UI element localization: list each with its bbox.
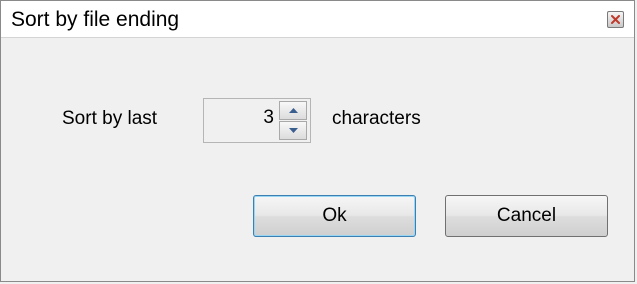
close-icon <box>611 15 620 24</box>
spin-up-button[interactable] <box>279 101 307 120</box>
dialog-title: Sort by file ending <box>11 8 180 31</box>
characters-label: characters <box>332 108 421 129</box>
spin-down-button[interactable] <box>279 121 307 140</box>
characters-count-spinner[interactable]: 3 <box>203 98 311 143</box>
title-bar[interactable]: Sort by file ending <box>1 1 634 38</box>
arrow-up-icon <box>289 108 298 113</box>
characters-count-value[interactable]: 3 <box>263 107 274 129</box>
close-button[interactable] <box>607 11 624 28</box>
cancel-button[interactable]: Cancel <box>445 195 608 237</box>
sort-by-last-label: Sort by last <box>62 108 158 129</box>
ok-button[interactable]: Ok <box>253 195 416 237</box>
dialog-window: Sort by file ending Sort by last 3 chara… <box>0 0 635 282</box>
arrow-down-icon <box>289 128 298 133</box>
